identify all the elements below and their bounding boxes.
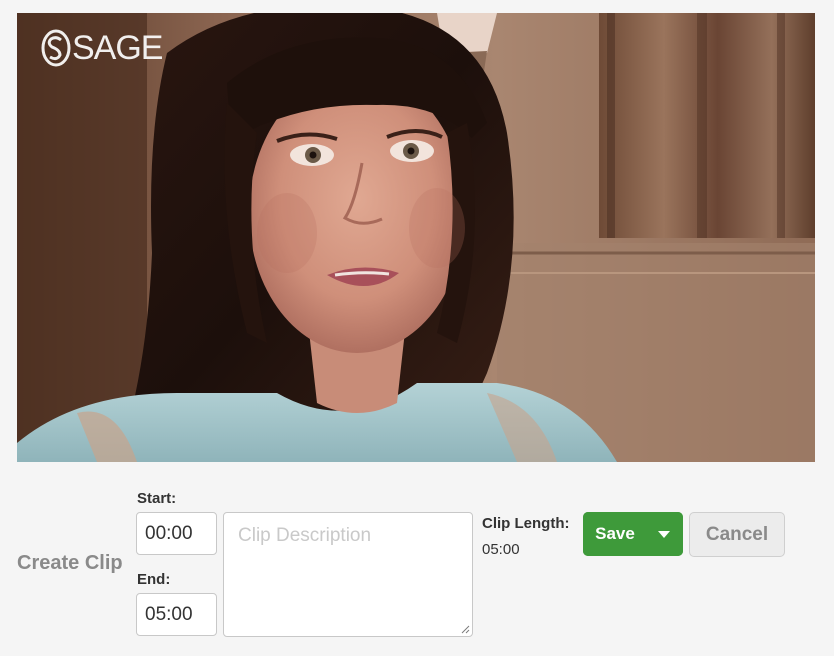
- clip-length-value: 05:00: [482, 541, 520, 558]
- clip-editor-page: SAGE Create Clip Start: End: Clip Length…: [0, 0, 834, 656]
- clip-length-label: Clip Length:: [482, 515, 570, 532]
- start-time-input[interactable]: [136, 512, 217, 555]
- cancel-button[interactable]: Cancel: [689, 512, 785, 557]
- clip-description-textarea[interactable]: [223, 512, 473, 637]
- save-button-group: Save: [583, 512, 683, 556]
- end-time-input[interactable]: [136, 593, 217, 636]
- sage-logo: SAGE: [41, 29, 163, 67]
- video-player[interactable]: SAGE: [17, 13, 815, 462]
- end-label: End:: [137, 571, 171, 588]
- video-frame-image: [17, 13, 815, 462]
- sage-logo-text: SAGE: [72, 29, 163, 67]
- save-options-dropdown-button[interactable]: [645, 512, 683, 556]
- sage-s-icon: [41, 29, 71, 67]
- caret-down-icon: [658, 530, 670, 538]
- start-label: Start:: [137, 490, 177, 507]
- create-clip-heading: Create Clip: [17, 552, 123, 574]
- clip-description-wrapper: [223, 512, 473, 637]
- save-button[interactable]: Save: [583, 512, 645, 556]
- resize-grip-icon[interactable]: [461, 625, 470, 634]
